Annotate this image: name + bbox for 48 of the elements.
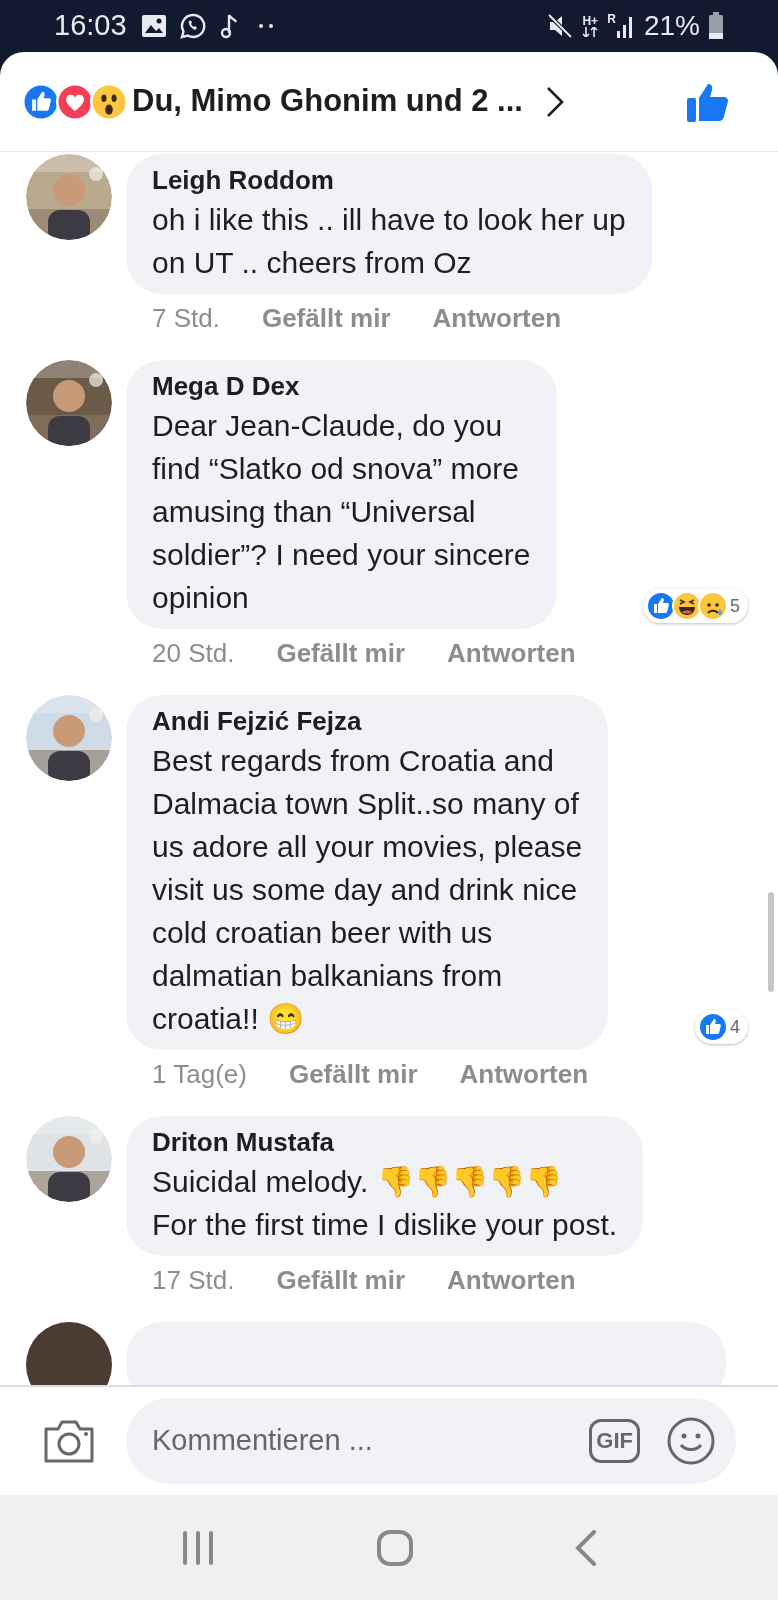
comment-time: 1 Tag(e) (152, 1058, 247, 1091)
like-link[interactable]: Gefällt mir (276, 1260, 405, 1300)
battery-percent: 21% (643, 9, 700, 43)
network-type: H+ (582, 15, 599, 27)
back-icon[interactable] (575, 1529, 597, 1566)
reaction-count: 4 (730, 1015, 740, 1039)
music-note-icon (218, 12, 239, 40)
like-icon (646, 591, 676, 621)
reaction-count: 5 (730, 594, 740, 618)
like-link[interactable]: Gefällt mir (276, 633, 405, 673)
muted-speaker-icon (547, 13, 574, 39)
like-link[interactable]: Gefällt mir (288, 1054, 418, 1094)
comment-text: Suicidal melody. 👎👎👎👎👎 For the first time I dislike your post. (152, 1164, 618, 1243)
comment-text: Best regards from Croatia and Dalmacia town Split..so many of us adore all your movies, please visit us some day and drink nice cold croatian beer with us dalmatian balkanians from croatia!! 😁 (152, 743, 583, 1037)
chat-bubble-icon (178, 12, 207, 40)
smiley-icon[interactable] (666, 1416, 716, 1466)
comment-text: oh i like this .. ill have to look her up on UT .. cheers from Oz (152, 202, 626, 281)
surprised-face-icon (90, 82, 128, 121)
laughing-face-icon (672, 591, 702, 621)
author-name[interactable]: Driton Mustafa (152, 1124, 618, 1160)
home-icon[interactable] (377, 1529, 413, 1566)
chevron-right-icon[interactable] (544, 84, 565, 119)
like-icon (698, 1012, 728, 1042)
like-icon (22, 82, 60, 121)
roaming-indicator: R (607, 13, 616, 25)
comment-field[interactable]: Kommentieren ... GIF (126, 1398, 736, 1484)
comment-time: 7 Std. (152, 302, 220, 335)
reaction-summary[interactable]: 5 (643, 589, 748, 623)
reply-link[interactable]: Antworten (447, 633, 576, 673)
reply-link[interactable]: Antworten (459, 1054, 589, 1094)
like-link[interactable]: Gefällt mir (261, 298, 391, 338)
author-name[interactable]: Leigh Roddom (152, 162, 626, 198)
image-icon (140, 14, 167, 38)
recent-apps-icon[interactable] (181, 1530, 215, 1565)
crying-face-icon (698, 591, 728, 621)
gif-button[interactable]: GIF (589, 1419, 640, 1463)
reaction-summary[interactable]: 4 (695, 1010, 748, 1044)
comment-text: Dear Jean-Claude, do you find “Slatko od snova” more amusing than “Universal soldier”? I need your sincere opinion (152, 408, 531, 616)
reply-link[interactable]: Antworten (447, 1260, 576, 1300)
author-name[interactable]: Andi Fejzić Fejza (152, 703, 583, 739)
clock: 16:03 (54, 8, 127, 44)
reactors-link[interactable]: Du, Mimo Ghonim und 2 ... (132, 78, 523, 125)
comment-time: 17 Std. (152, 1264, 235, 1297)
data-arrows-icon (581, 27, 600, 37)
author-name[interactable]: Mega D Dex (152, 368, 531, 404)
reply-link[interactable]: Antworten (432, 298, 562, 338)
comment-time: 20 Std. (152, 637, 235, 670)
battery-icon (708, 12, 724, 40)
